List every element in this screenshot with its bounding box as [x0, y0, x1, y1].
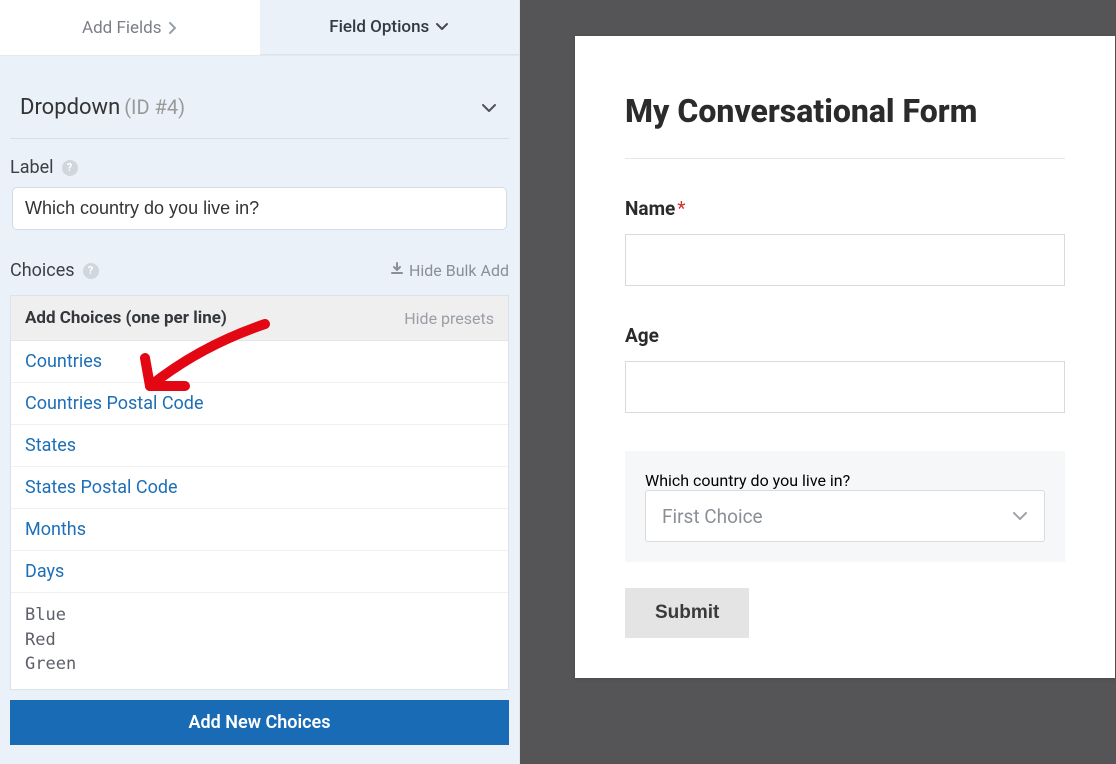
form-title: My Conversational Form — [625, 92, 1065, 130]
left-panel: Add Fields Field Options Dropdown (ID #4… — [0, 0, 520, 764]
age-input[interactable] — [625, 361, 1065, 413]
field-label-country: Which country do you live in? — [645, 471, 850, 490]
presets-box: Add Choices (one per line) Hide presets … — [10, 295, 509, 690]
field-label: Label — [10, 157, 54, 178]
tab-field-options[interactable]: Field Options — [260, 0, 520, 55]
label-field-block: Label ? — [0, 139, 519, 230]
download-icon — [390, 261, 404, 280]
preset-states[interactable]: States — [11, 425, 508, 467]
field-label-name: Name* — [625, 197, 1065, 220]
field-age: Age — [625, 324, 1065, 413]
presets-title: Add Choices (one per line) — [25, 308, 227, 328]
chevron-down-icon — [481, 103, 497, 113]
chevron-down-icon — [1012, 511, 1028, 521]
hide-bulk-add-link[interactable]: Hide Bulk Add — [390, 261, 509, 280]
preset-states-postal[interactable]: States Postal Code — [11, 467, 508, 509]
tab-label: Add Fields — [82, 18, 162, 38]
section-id: (ID #4) — [124, 95, 185, 119]
chevron-right-icon — [168, 22, 178, 34]
name-input[interactable] — [625, 234, 1065, 286]
field-label-age: Age — [625, 324, 1065, 347]
choices-textarea[interactable] — [11, 593, 508, 685]
tab-add-fields[interactable]: Add Fields — [0, 0, 260, 55]
tab-label: Field Options — [329, 17, 429, 37]
dropdown-selected-value: First Choice — [662, 505, 763, 528]
label-text: Name — [625, 197, 675, 220]
divider — [625, 158, 1065, 159]
help-icon[interactable]: ? — [83, 263, 99, 279]
preset-months[interactable]: Months — [11, 509, 508, 551]
label-input[interactable] — [12, 187, 507, 230]
preset-countries-postal[interactable]: Countries Postal Code — [11, 383, 508, 425]
section-header[interactable]: Dropdown (ID #4) — [10, 85, 509, 139]
editor-tabs: Add Fields Field Options — [0, 0, 519, 55]
field-name: Name* — [625, 197, 1065, 286]
add-new-choices-button[interactable]: Add New Choices — [10, 700, 509, 745]
preview-panel: My Conversational Form Name* Age Which c… — [520, 0, 1116, 764]
hide-bulk-label: Hide Bulk Add — [409, 261, 509, 280]
preset-countries[interactable]: Countries — [11, 341, 508, 383]
required-mark: * — [677, 197, 685, 220]
choices-header-row: Choices ? Hide Bulk Add — [0, 230, 519, 291]
section-title: Dropdown — [20, 95, 120, 120]
hide-presets-link[interactable]: Hide presets — [404, 309, 494, 328]
country-dropdown[interactable]: First Choice — [645, 490, 1045, 542]
preset-days[interactable]: Days — [11, 551, 508, 593]
choices-label: Choices — [10, 260, 75, 281]
submit-button[interactable]: Submit — [625, 588, 749, 638]
form-preview-card: My Conversational Form Name* Age Which c… — [575, 36, 1115, 678]
presets-header: Add Choices (one per line) Hide presets — [11, 296, 508, 341]
help-icon[interactable]: ? — [62, 160, 78, 176]
chevron-down-icon — [435, 22, 449, 32]
field-country-dropdown: Which country do you live in? First Choi… — [625, 451, 1065, 562]
